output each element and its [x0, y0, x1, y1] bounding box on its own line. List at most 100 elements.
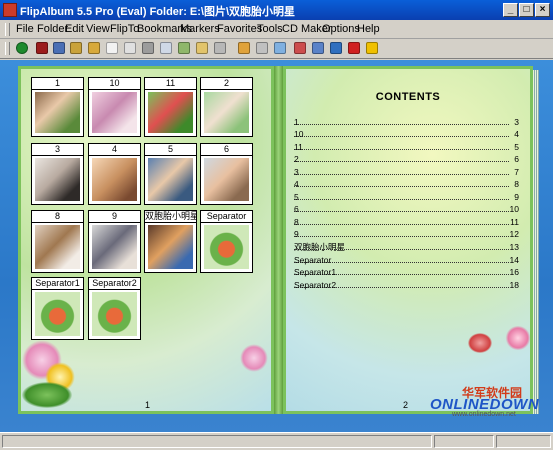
image-icon[interactable] [294, 42, 306, 54]
dot-leader [294, 211, 509, 212]
globe-icon[interactable] [330, 42, 342, 54]
thumb-grid-icon[interactable] [178, 42, 190, 54]
status-bar [0, 432, 553, 450]
music-icon[interactable] [238, 42, 250, 54]
scissors-icon[interactable] [256, 42, 268, 54]
open-folder-icon[interactable] [88, 42, 100, 54]
pages-icon[interactable] [124, 42, 136, 54]
thumbnail-caption: 8 [32, 211, 83, 223]
contents-entry[interactable]: Separator1 16 [294, 266, 519, 278]
contents-entry-label: 8 [294, 217, 299, 227]
photo-thumbnail[interactable]: 6 [200, 143, 253, 205]
menu-markers[interactable]: Markers [180, 23, 220, 35]
contents-entry[interactable]: 37 [294, 166, 519, 178]
dot-leader [294, 174, 509, 175]
photo-thumbnail[interactable]: 5 [144, 143, 197, 205]
contents-entry-page: 11 [510, 217, 519, 227]
photo-image [35, 92, 80, 133]
left-page-number: 1 [145, 400, 151, 410]
photo-thumbnail[interactable]: 9 [88, 210, 141, 273]
text-icon[interactable] [160, 42, 172, 54]
separator-image [92, 292, 137, 336]
page-icon[interactable] [106, 42, 118, 54]
menu-file[interactable]: File [16, 23, 34, 35]
separator-image [204, 225, 249, 269]
photo-thumbnail[interactable]: 2 [200, 77, 253, 137]
print-icon[interactable] [142, 42, 154, 54]
contents-entry[interactable]: 26 [294, 153, 519, 165]
separator-thumbnail[interactable]: Separator1 [31, 277, 84, 340]
book-spine [274, 66, 283, 414]
go-icon[interactable] [16, 42, 28, 54]
photo-thumbnail[interactable]: 10 [88, 77, 141, 137]
rotate-icon[interactable] [196, 42, 208, 54]
contents-entry-page: 7 [514, 167, 519, 177]
contents-entry-page: 10 [509, 204, 519, 214]
thumbnail-caption: 2 [201, 78, 252, 90]
contents-entry-label: Separator [294, 255, 332, 265]
contents-entry[interactable]: 9 12 [294, 228, 519, 240]
menu-view[interactable]: View [86, 23, 110, 35]
photo-image [148, 225, 193, 269]
photo-image [204, 92, 249, 133]
thumbnail-caption: 11 [145, 78, 196, 90]
contents-entry-label: 6 [294, 204, 299, 214]
contents-heading: CONTENTS [375, 91, 441, 103]
contents-entry[interactable]: 双胞胎小明星 13 [294, 241, 519, 253]
album-thumbnail[interactable]: 双胞胎小明星 [144, 210, 197, 273]
contents-entry[interactable]: 13 [294, 116, 519, 128]
photo-thumbnail[interactable]: 4 [88, 143, 141, 205]
menu-favorites[interactable]: Favorites [217, 23, 262, 35]
maximize-button[interactable]: □ [519, 3, 534, 17]
screen-icon[interactable] [312, 42, 324, 54]
contents-entry[interactable]: 59 [294, 191, 519, 203]
menu-tools[interactable]: Tools [257, 23, 283, 35]
book-icon[interactable] [36, 42, 48, 54]
minimize-button[interactable]: _ [503, 3, 518, 17]
dot-leader [294, 124, 509, 125]
close-button[interactable]: × [535, 3, 550, 17]
folder-icon[interactable] [70, 42, 82, 54]
dot-leader [294, 161, 509, 162]
toolbar [0, 39, 553, 59]
thumbnail-caption: 4 [89, 144, 140, 156]
contents-entry[interactable]: 6 10 [294, 203, 519, 215]
title-bar: FlipAlbum 5.5 Pro (Eval) Folder: E:\图片\双… [0, 0, 553, 20]
toolbar-grip[interactable] [5, 42, 10, 55]
grid-icon[interactable] [274, 42, 286, 54]
contents-entry[interactable]: Separator 14 [294, 254, 519, 266]
contents-entry[interactable]: 10 4 [294, 128, 519, 140]
photo-thumbnail[interactable]: 11 [144, 77, 197, 137]
photo-thumbnail[interactable]: 1 [31, 77, 84, 137]
help-icon[interactable] [366, 42, 378, 54]
thumbnail-caption: Separator2 [89, 278, 140, 290]
photo-thumbnail[interactable]: 8 [31, 210, 84, 273]
contents-entry[interactable]: 48 [294, 178, 519, 190]
contents-entry-label: 双胞胎小明星 [294, 242, 346, 252]
flower-decoration [240, 344, 268, 372]
status-cell [496, 435, 551, 448]
separator-thumbnail[interactable]: Separator2 [88, 277, 141, 340]
menu-help[interactable]: Help [357, 23, 380, 35]
menu-folder[interactable]: Folder [37, 23, 68, 35]
photo-thumbnail[interactable]: 3 [31, 143, 84, 205]
menu-flipto[interactable]: FlipTo [110, 23, 139, 35]
menu-options[interactable]: Options [322, 23, 360, 35]
contents-entry[interactable]: Separator2 18 [294, 279, 519, 291]
photo-image [148, 92, 193, 133]
cursor-icon[interactable] [348, 42, 360, 54]
app-icon[interactable] [3, 3, 17, 17]
contents-entry[interactable]: 11 5 [294, 141, 519, 153]
contents-entry-label: 5 [294, 192, 299, 202]
photo-image [92, 158, 137, 201]
contents-entry[interactable]: 8 11 [294, 216, 519, 228]
status-cell [2, 435, 432, 448]
mail-icon[interactable] [53, 42, 65, 54]
contents-entry-label: Separator2 [294, 280, 337, 290]
window-title: FlipAlbum 5.5 Pro (Eval) Folder: E:\图片\双… [20, 6, 296, 18]
thumbnail-caption: 5 [145, 144, 196, 156]
menu-edit[interactable]: Edit [65, 23, 84, 35]
separator-thumbnail[interactable]: Separator [200, 210, 253, 273]
frame-icon[interactable] [214, 42, 226, 54]
menu-grip[interactable] [5, 23, 10, 36]
